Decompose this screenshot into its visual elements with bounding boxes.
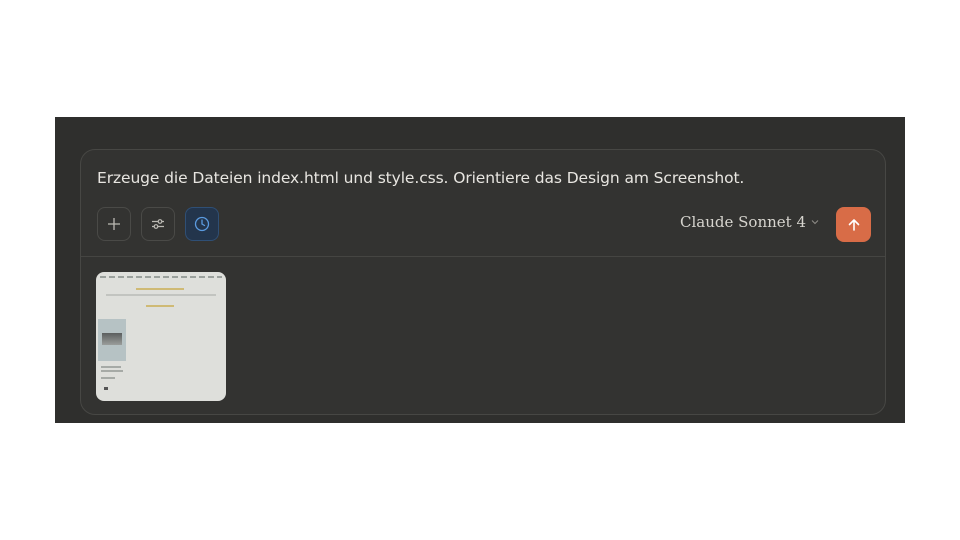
chat-panel: Erzeuge die Dateien index.html und style… [55, 117, 905, 423]
thumbnail-photo [102, 333, 122, 345]
thumbnail-nav-bar [100, 276, 222, 278]
model-selector[interactable]: Claude Sonnet 4 [680, 213, 820, 231]
thumbnail-caption-line [101, 370, 123, 372]
prompt-input[interactable]: Erzeuge die Dateien index.html und style… [97, 169, 744, 187]
plus-icon [108, 218, 120, 230]
add-attachment-button[interactable] [97, 207, 131, 241]
chevron-down-icon [811, 220, 819, 225]
thumbnail-title [146, 305, 174, 307]
composer-divider [81, 256, 885, 257]
extended-thinking-toggle[interactable] [185, 207, 219, 241]
tools-settings-button[interactable] [141, 207, 175, 241]
thumbnail-heading [136, 288, 184, 290]
arrow-up-icon [848, 218, 859, 231]
thumbnail-caption-line [101, 377, 115, 379]
clock-icon [194, 216, 210, 232]
thumbnail-subline [106, 294, 216, 296]
send-button[interactable] [836, 207, 871, 242]
thumbnail-image-block [98, 319, 126, 361]
thumbnail-bullet [104, 387, 108, 390]
sliders-icon [152, 219, 164, 229]
prompt-composer: Erzeuge die Dateien index.html und style… [80, 149, 886, 415]
thumbnail-caption-line [101, 366, 121, 368]
screenshot-attachment-thumbnail[interactable] [96, 272, 226, 401]
model-label: Claude Sonnet 4 [680, 213, 806, 231]
